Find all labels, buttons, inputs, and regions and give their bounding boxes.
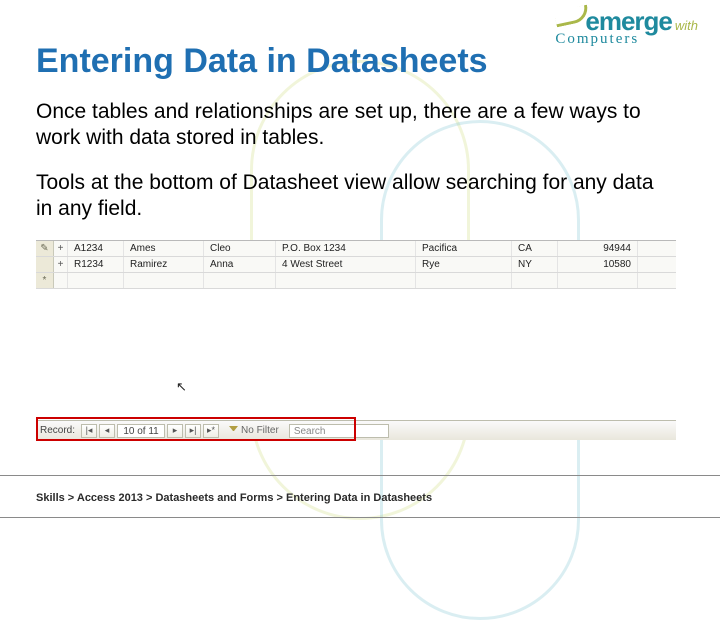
table-row-new[interactable]: * — [36, 273, 676, 289]
cell-id[interactable]: A1234 — [68, 241, 124, 256]
row-selector[interactable]: ✎ — [36, 241, 54, 256]
nav-prev-button[interactable]: ◂ — [99, 424, 115, 438]
cell-city[interactable]: Rye — [416, 257, 512, 272]
new-row-marker[interactable]: * — [36, 273, 54, 288]
cell-id[interactable]: R1234 — [68, 257, 124, 272]
table-row[interactable]: + R1234 Ramirez Anna 4 West Street Rye N… — [36, 257, 676, 273]
brand-logo: emerge with Computers — [555, 10, 698, 47]
cell-zip[interactable]: 10580 — [558, 257, 638, 272]
record-navigator: Record: |◂ ◂ 10 of 11 ▸ ▸| ▸* No Filter … — [36, 420, 676, 440]
table-row[interactable]: ✎ + A1234 Ames Cleo P.O. Box 1234 Pacifi… — [36, 241, 676, 257]
row-selector[interactable] — [36, 257, 54, 272]
page-title: Entering Data in Datasheets — [36, 42, 684, 81]
cell-state[interactable]: CA — [512, 241, 558, 256]
search-input[interactable]: Search — [289, 424, 389, 438]
cell-address[interactable]: 4 West Street — [276, 257, 416, 272]
cursor-icon: ↖ — [176, 379, 187, 395]
logo-with: with — [675, 20, 698, 32]
cell-lastname[interactable]: Ames — [124, 241, 204, 256]
intro-paragraph-2: Tools at the bottom of Datasheet view al… — [36, 170, 656, 223]
breadcrumb: Skills > Access 2013 > Datasheets and Fo… — [36, 492, 432, 504]
expand-icon[interactable]: + — [54, 257, 68, 272]
logo-brand: emerge — [585, 10, 672, 33]
filter-indicator[interactable]: No Filter — [229, 425, 279, 436]
nav-label: Record: — [40, 425, 75, 436]
cell-firstname[interactable]: Cleo — [204, 241, 276, 256]
cell-state[interactable]: NY — [512, 257, 558, 272]
nav-new-button[interactable]: ▸* — [203, 424, 219, 438]
cell-lastname[interactable]: Ramirez — [124, 257, 204, 272]
expand-icon — [54, 273, 68, 288]
filter-label: No Filter — [241, 425, 279, 436]
intro-paragraph-1: Once tables and relationships are set up… — [36, 99, 656, 152]
cell-address[interactable]: P.O. Box 1234 — [276, 241, 416, 256]
cell-city[interactable]: Pacifica — [416, 241, 512, 256]
nav-next-button[interactable]: ▸ — [167, 424, 183, 438]
nav-first-button[interactable]: |◂ — [81, 424, 97, 438]
funnel-icon — [229, 426, 238, 435]
cell-zip[interactable]: 94944 — [558, 241, 638, 256]
expand-icon[interactable]: + — [54, 241, 68, 256]
datasheet-screenshot: ✎ + A1234 Ames Cleo P.O. Box 1234 Pacifi… — [36, 240, 676, 440]
nav-last-button[interactable]: ▸| — [185, 424, 201, 438]
logo-sub: Computers — [555, 33, 698, 47]
cell-firstname[interactable]: Anna — [204, 257, 276, 272]
nav-position[interactable]: 10 of 11 — [117, 424, 165, 438]
